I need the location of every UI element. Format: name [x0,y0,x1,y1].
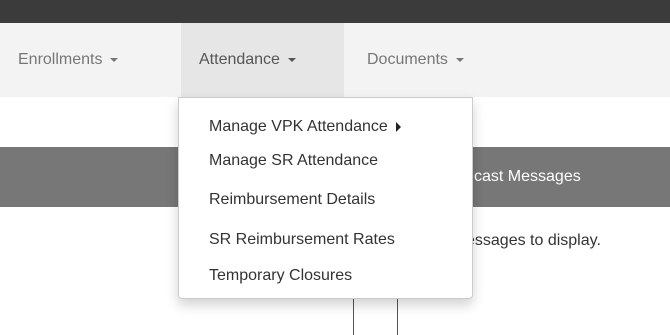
menu-item-sr-reimbursement-rates[interactable]: SR Reimbursement Rates [209,228,395,252]
panel-title: cast Messages [474,168,581,185]
caret-right-icon [395,121,401,132]
nav-item-label: Attendance [199,51,280,68]
panel-empty-message: essages to display. [466,232,601,249]
top-bar [0,0,670,23]
nav-item-attendance[interactable]: Attendance [181,23,344,97]
menu-item-label: Manage SR Attendance [209,152,379,169]
nav-item-enrollments[interactable]: Enrollments [18,23,119,97]
menu-item-manage-sr-attendance[interactable]: Manage SR Attendance [209,149,378,173]
menu-item-temporary-closures[interactable]: Temporary Closures [209,264,352,288]
nav-item-documents[interactable]: Documents [367,23,464,97]
nav-item-label: Documents [367,51,448,68]
nav-bar: Enrollments Attendance Documents [0,23,670,97]
nav-item-label: Enrollments [18,51,103,68]
caret-down-icon [287,57,296,62]
caret-down-icon [110,57,119,62]
menu-item-reimbursement-details[interactable]: Reimbursement Details [209,188,375,212]
divider-line [397,295,398,335]
menu-item-label: SR Reimbursement Rates [209,231,395,248]
menu-item-manage-vpk-attendance[interactable]: Manage VPK Attendance [209,115,401,139]
menu-item-label: Temporary Closures [209,267,353,284]
menu-item-label: Reimbursement Details [209,191,376,208]
page: Enrollments Attendance Documents cast Me… [0,0,670,335]
caret-down-icon [455,57,464,62]
attendance-dropdown-menu: Manage VPK Attendance Manage SR Attendan… [178,97,473,299]
divider-line [353,295,354,335]
menu-item-label: Manage VPK Attendance [209,118,388,135]
